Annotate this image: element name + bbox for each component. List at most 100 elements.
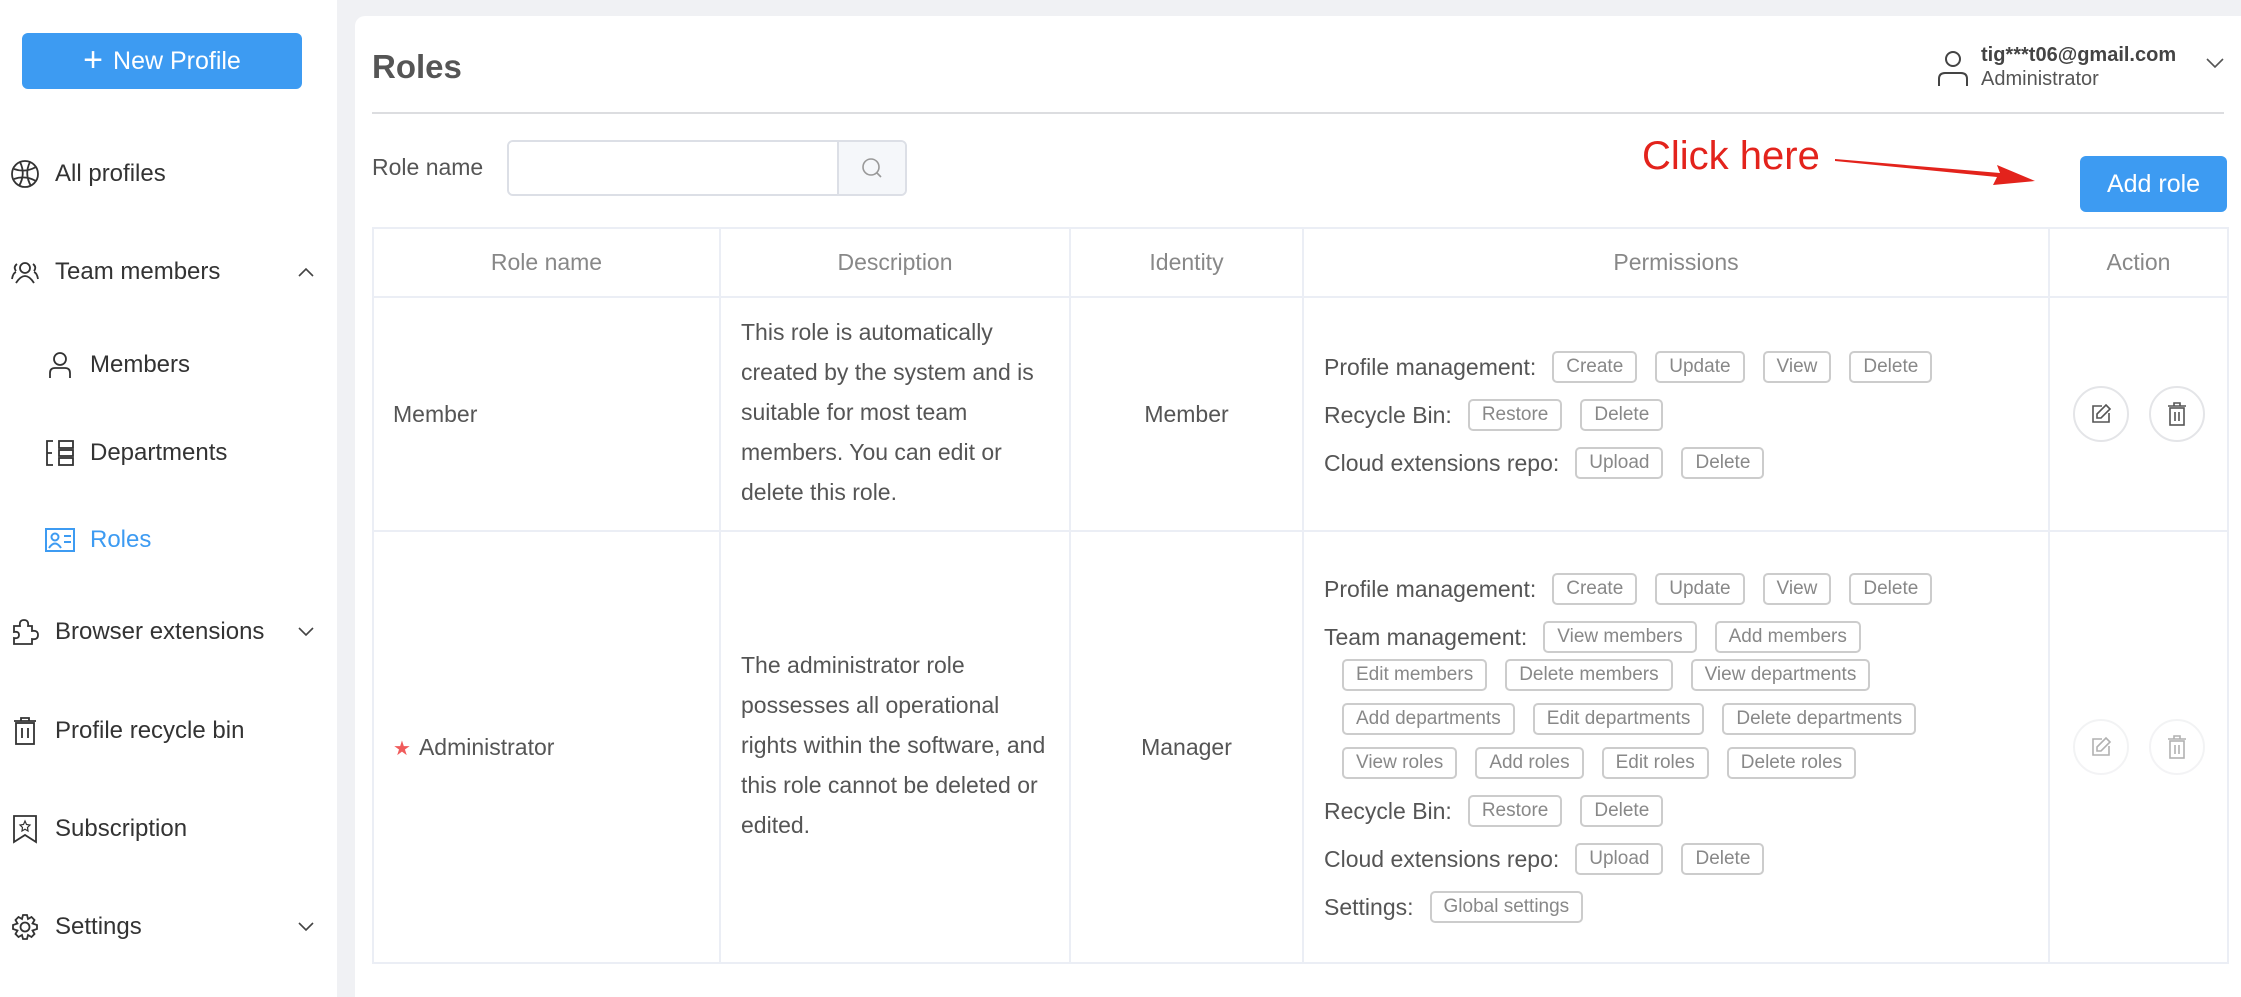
sidebar-item-profile-recycle-bin[interactable]: Profile recycle bin	[0, 706, 337, 756]
plus-icon: +	[83, 40, 104, 79]
sidebar-item-all-profiles[interactable]: All profiles	[0, 149, 337, 199]
role-name: Member	[393, 400, 478, 427]
permissions-cell: Profile management: Create Update View D…	[1302, 530, 2050, 964]
permission-group: Recycle Bin: Restore Delete	[1324, 795, 2028, 827]
table-row: Member This role is automatically create…	[372, 296, 2229, 532]
gear-icon	[10, 912, 40, 942]
departments-icon	[45, 438, 75, 468]
star-icon: ★	[393, 737, 411, 760]
permission-tag: Delete	[1580, 399, 1664, 431]
permission-group: Settings: Global settings	[1324, 891, 2028, 923]
delete-role-button[interactable]	[2148, 719, 2205, 775]
user-menu[interactable]: tig***t06@gmail.com Administrator	[1935, 44, 2176, 91]
search-button[interactable]	[837, 142, 905, 194]
delete-role-button[interactable]	[2148, 386, 2205, 442]
role-name: Administrator	[418, 733, 555, 760]
chevron-down-icon	[295, 621, 317, 643]
search-label: Role name	[372, 154, 484, 180]
add-role-button[interactable]: Add role	[2080, 156, 2227, 212]
edit-role-button[interactable]	[2072, 719, 2129, 775]
sidebar: + New Profile All profiles Team members …	[0, 0, 337, 997]
action-cell	[2048, 530, 2229, 964]
puzzle-icon	[10, 617, 40, 647]
role-name-input[interactable]	[509, 142, 837, 194]
new-profile-label: New Profile	[113, 46, 241, 75]
permission-group-label: Profile management:	[1324, 575, 1537, 602]
sidebar-item-label: Browser extensions	[55, 618, 265, 645]
sidebar-item-subscription[interactable]: Subscription	[0, 804, 337, 854]
team-icon	[10, 257, 40, 287]
sidebar-item-settings[interactable]: Settings	[0, 902, 337, 952]
table-header-row: Role name Description Identity Permissio…	[372, 227, 2229, 298]
sidebar-item-label: Subscription	[55, 815, 188, 842]
permission-group-label: Recycle Bin:	[1324, 797, 1452, 824]
permission-tag: Update	[1655, 573, 1745, 605]
user-email: tig***t06@gmail.com	[1981, 44, 2177, 66]
roles-table: Role name Description Identity Permissio…	[372, 227, 2229, 964]
permission-tag: Add departments	[1342, 703, 1515, 735]
new-profile-button[interactable]: + New Profile	[22, 33, 302, 89]
user-icon	[45, 350, 75, 380]
edit-icon	[2091, 736, 2111, 756]
action-cell	[2048, 296, 2229, 532]
sidebar-item-departments[interactable]: Departments	[0, 428, 337, 478]
sidebar-item-label: All profiles	[55, 160, 166, 187]
edit-icon	[2091, 403, 2111, 423]
permission-group-label: Team management:	[1324, 623, 1528, 650]
search-icon	[862, 158, 882, 178]
role-name-cell: Member	[372, 296, 721, 532]
sidebar-item-label: Settings	[55, 913, 142, 940]
permission-tag: View departments	[1690, 659, 1871, 691]
trash-icon	[2167, 402, 2186, 426]
annotation-arrow-icon	[1835, 159, 2035, 185]
sidebar-item-roles[interactable]: Roles	[0, 515, 337, 565]
annotation-text: Click here	[1642, 134, 1820, 178]
permission-tag: Restore	[1467, 795, 1563, 827]
permission-group-label: Cloud extensions repo:	[1324, 845, 1560, 872]
trash-icon	[10, 716, 40, 746]
permission-tag: Update	[1655, 351, 1745, 383]
permission-tag: View roles	[1342, 747, 1458, 779]
sidebar-item-label: Team members	[55, 258, 221, 285]
permission-tag: Delete	[1849, 351, 1933, 383]
permission-tag: Edit departments	[1532, 703, 1705, 735]
permission-tag: Restore	[1467, 399, 1563, 431]
table-row: ★ Administrator The administrator role po…	[372, 530, 2229, 964]
trash-icon	[2167, 735, 2186, 759]
bookmark-star-icon	[10, 814, 40, 844]
permission-tag: View members	[1543, 621, 1697, 653]
page-title: Roles	[372, 48, 462, 85]
sidebar-item-browser-extensions[interactable]: Browser extensions	[0, 607, 337, 657]
role-description: The administrator role possesses all ope…	[719, 530, 1071, 964]
main-panel: Roles tig***t06@gmail.com Administrator …	[355, 16, 2241, 997]
permission-tag: Create	[1552, 351, 1638, 383]
sidebar-item-label: Profile recycle bin	[55, 717, 245, 744]
sidebar-item-members[interactable]: Members	[0, 340, 337, 390]
chevron-down-icon[interactable]	[2205, 56, 2225, 74]
permission-group: Cloud extensions repo: Upload Delete	[1324, 843, 2028, 875]
column-header: Description	[719, 227, 1071, 298]
permission-tag: Delete roles	[1726, 747, 1857, 779]
permission-group: Profile management: Create Update View D…	[1324, 351, 2028, 383]
chevron-down-icon	[295, 916, 317, 938]
permission-group-label: Settings:	[1324, 893, 1414, 920]
permission-group-label: Profile management:	[1324, 353, 1537, 380]
role-identity: Manager	[1069, 530, 1304, 964]
permission-tag: Add roles	[1475, 747, 1584, 779]
role-identity: Member	[1069, 296, 1304, 532]
permission-tag: Delete	[1849, 573, 1933, 605]
permission-tag: View	[1762, 573, 1832, 605]
permission-tag: Delete members	[1505, 659, 1673, 691]
id-card-icon	[45, 525, 75, 555]
permission-tag: Delete	[1580, 795, 1664, 827]
edit-role-button[interactable]	[2072, 386, 2129, 442]
sidebar-item-label: Members	[90, 351, 191, 378]
sidebar-item-team-members[interactable]: Team members	[0, 247, 337, 297]
role-description: This role is automatically created by th…	[719, 296, 1071, 532]
permission-tag: Add members	[1714, 621, 1861, 653]
permission-tag: Delete departments	[1722, 703, 1917, 735]
permission-group-label: Cloud extensions repo:	[1324, 449, 1560, 476]
permission-tag: Global settings	[1429, 891, 1584, 923]
permission-group: Recycle Bin: Restore Delete	[1324, 399, 2028, 431]
permissions-cell: Profile management: Create Update View D…	[1302, 296, 2050, 532]
